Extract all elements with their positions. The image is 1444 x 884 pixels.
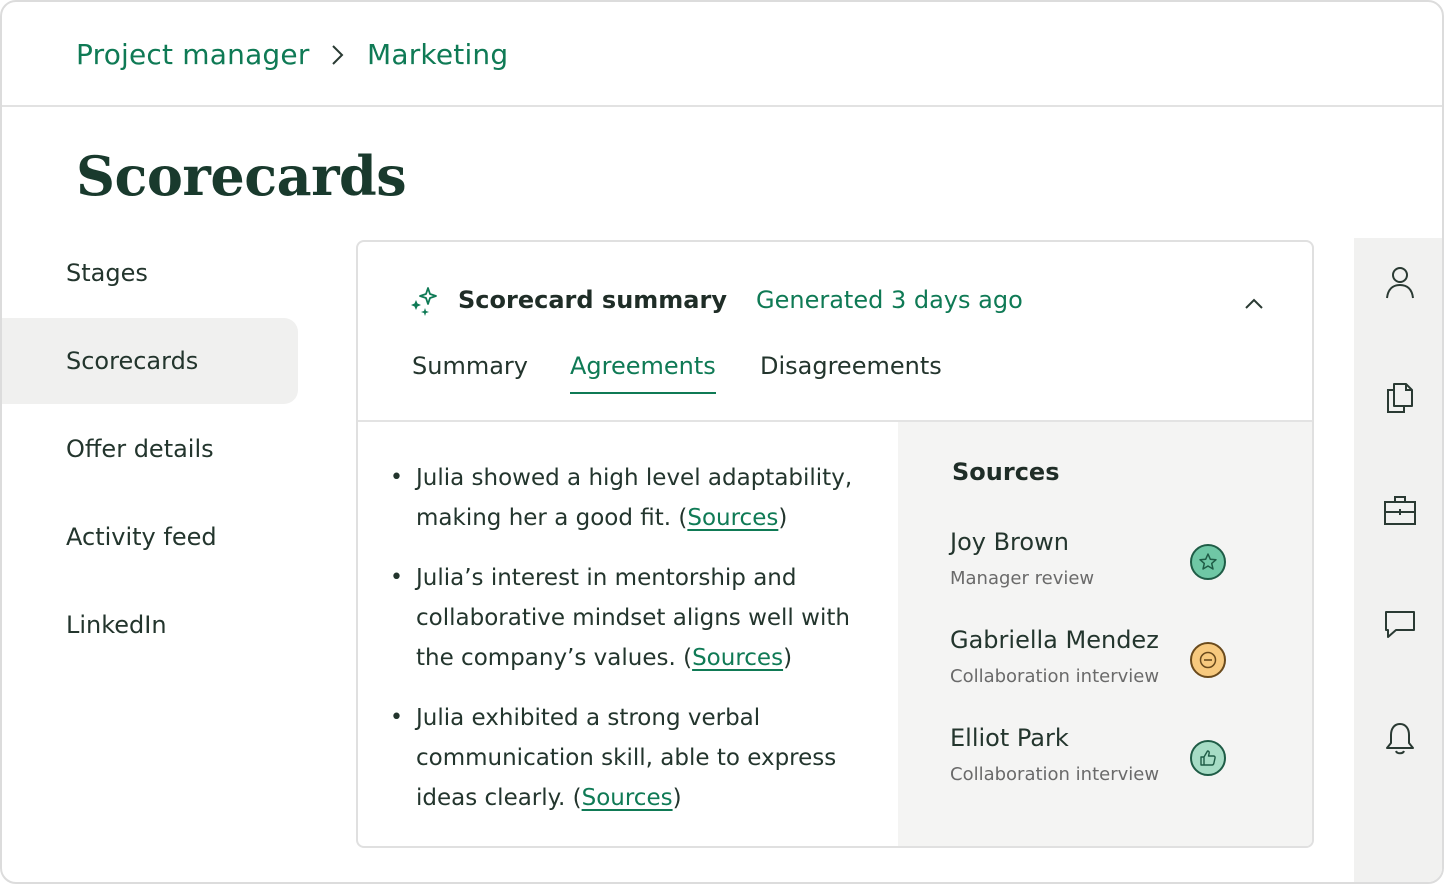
source-role: Manager review xyxy=(950,568,1095,589)
person-icon[interactable] xyxy=(1382,264,1418,300)
briefcase-icon[interactable] xyxy=(1382,492,1418,528)
tab-agreements[interactable]: Agreements xyxy=(570,352,716,394)
breadcrumb-marketing[interactable]: Marketing xyxy=(367,38,508,71)
source-name: Gabriella Mendez xyxy=(950,626,1159,654)
bell-icon[interactable] xyxy=(1382,720,1418,756)
scorecard-summary-card: Scorecard summary Generated 3 days ago S… xyxy=(356,240,1314,848)
card-title: Scorecard summary xyxy=(458,286,727,314)
sources-title: Sources xyxy=(952,458,1060,486)
source-item[interactable]: Joy Brown Manager review xyxy=(950,528,1290,589)
tab-disagreements[interactable]: Disagreements xyxy=(760,352,942,392)
list-item: Julia’s interest in mentorship and colla… xyxy=(388,558,888,678)
agreement-list: Julia showed a high level adaptability, … xyxy=(358,422,898,846)
breadcrumb-project-manager[interactable]: Project manager xyxy=(76,38,310,71)
list-item: Julia showed a high level adaptability, … xyxy=(388,458,888,538)
documents-icon[interactable] xyxy=(1382,378,1418,414)
section-nav: Stages Scorecards Offer details Activity… xyxy=(2,230,298,670)
right-icon-rail xyxy=(1354,238,1442,882)
nav-item-scorecards[interactable]: Scorecards xyxy=(2,318,298,404)
nav-item-activity-feed[interactable]: Activity feed xyxy=(2,494,298,580)
star-icon xyxy=(1190,544,1226,580)
generated-timestamp: Generated 3 days ago xyxy=(756,286,1023,314)
source-role: Collaboration interview xyxy=(950,666,1160,687)
nav-item-label: LinkedIn xyxy=(66,611,167,639)
chevron-right-icon xyxy=(332,45,344,65)
source-item[interactable]: Gabriella Mendez Collaboration interview xyxy=(950,626,1290,687)
nav-item-label: Stages xyxy=(66,259,148,287)
card-body: Julia showed a high level adaptability, … xyxy=(358,422,1312,846)
sources-link[interactable]: Sources xyxy=(692,645,783,671)
sparkle-icon xyxy=(411,287,437,316)
page-title: Scorecards xyxy=(76,144,407,208)
minus-icon xyxy=(1190,642,1226,678)
chat-icon[interactable] xyxy=(1382,606,1418,642)
nav-item-stages[interactable]: Stages xyxy=(2,230,298,316)
list-item: Julia exhibited a strong verbal communic… xyxy=(388,698,888,818)
breadcrumb: Project manager Marketing xyxy=(2,2,1442,107)
source-item[interactable]: Elliot Park Collaboration interview xyxy=(950,724,1290,785)
nav-item-linkedin[interactable]: LinkedIn xyxy=(2,582,298,668)
nav-item-label: Offer details xyxy=(66,435,214,463)
card-header: Scorecard summary Generated 3 days ago S… xyxy=(358,242,1312,422)
chevron-up-icon[interactable] xyxy=(1242,292,1266,316)
source-role: Collaboration interview xyxy=(950,764,1160,785)
source-name: Elliot Park xyxy=(950,724,1069,752)
thumbs-up-icon xyxy=(1190,740,1226,776)
nav-item-offer-details[interactable]: Offer details xyxy=(2,406,298,492)
source-name: Joy Brown xyxy=(950,528,1069,556)
nav-item-label: Activity feed xyxy=(66,523,217,551)
sources-link[interactable]: Sources xyxy=(687,505,778,531)
sources-link[interactable]: Sources xyxy=(582,785,673,811)
sources-panel: Sources Joy Brown Manager review Gabriel… xyxy=(898,422,1312,846)
nav-item-label: Scorecards xyxy=(66,347,199,375)
tab-summary[interactable]: Summary xyxy=(412,352,528,392)
app-window: Project manager Marketing Scorecards Sta… xyxy=(0,0,1444,884)
